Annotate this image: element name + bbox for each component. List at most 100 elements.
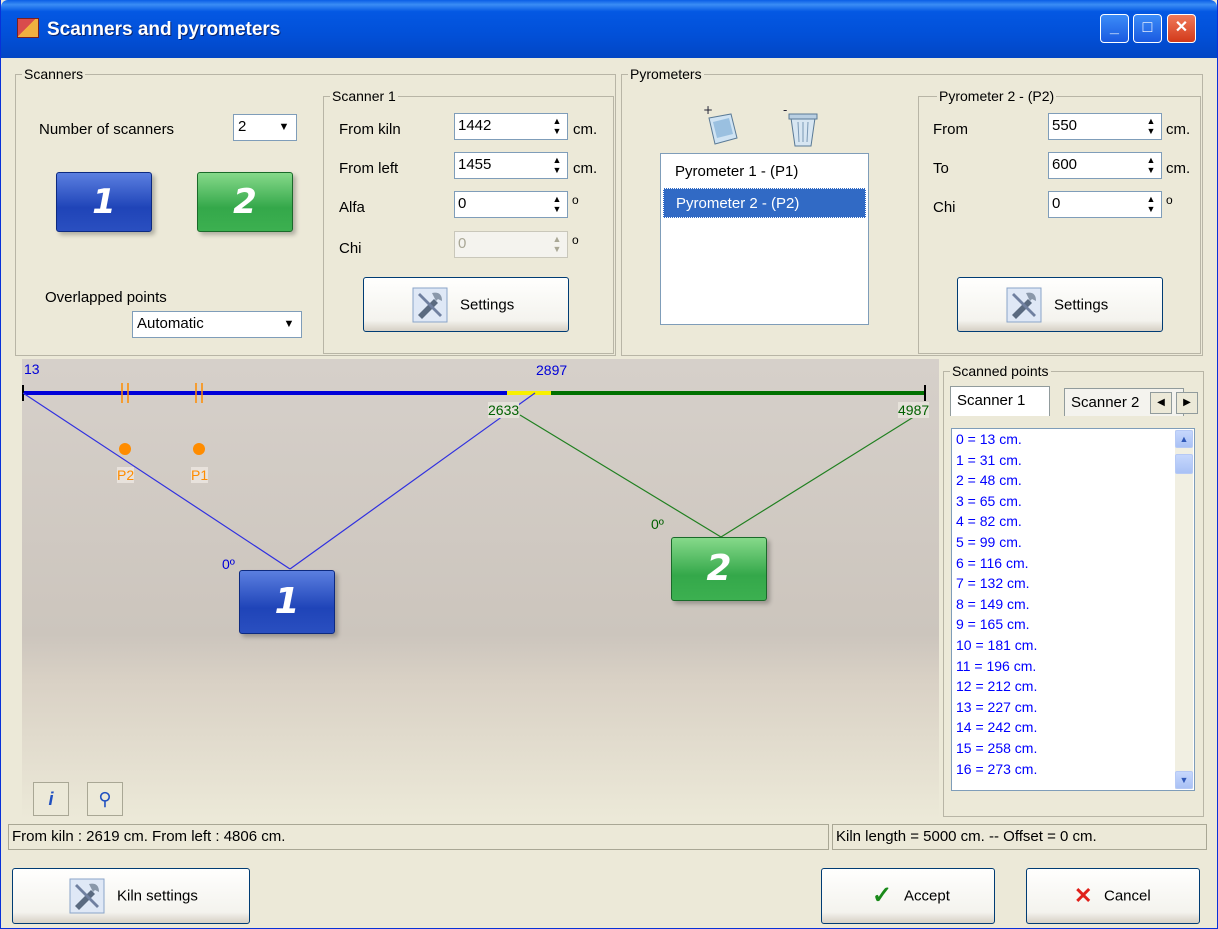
pyro-to-unit: cm. <box>1166 160 1191 177</box>
pyrometer-settings-button[interactable]: Settings <box>957 277 1163 332</box>
kiln-settings-button[interactable]: Kiln settings <box>12 868 250 924</box>
delete-pyrometer-icon[interactable]: - <box>781 103 823 148</box>
number-of-scanners-label: Number of scanners <box>39 121 175 138</box>
number-of-scanners-select[interactable]: 2 ▼ <box>233 114 297 141</box>
tools-icon <box>1006 287 1042 322</box>
scanners-group-label: Scanners <box>22 66 86 82</box>
scanned-point-item[interactable]: 15 = 258 cm. <box>956 740 1037 757</box>
chi-input: 0 ▲ ▼ <box>454 231 568 258</box>
zoom-tool-button[interactable]: ⚲ <box>87 782 123 816</box>
tab-scroll-right[interactable]: ▶ <box>1176 392 1198 414</box>
scanned-point-item[interactable]: 5 = 99 cm. <box>956 534 1022 551</box>
pyro-chi-input[interactable]: 0 ▲ ▼ <box>1048 191 1162 218</box>
scanned-point-item[interactable]: 9 = 165 cm. <box>956 616 1030 633</box>
scanned-point-item[interactable]: 11 = 196 cm. <box>956 658 1036 675</box>
close-button[interactable]: ✕ <box>1167 14 1196 43</box>
pyro-to-input[interactable]: 600 ▲ ▼ <box>1048 152 1162 179</box>
info-tool-button[interactable]: i <box>33 782 69 816</box>
scanner2-beam-right <box>720 412 921 538</box>
svg-text:-: - <box>783 104 787 117</box>
scanners-pyrometers-window: Scanners and pyrometers _ □ ✕ Scanners N… <box>0 0 1218 929</box>
scanned-point-item[interactable]: 0 = 13 cm. <box>956 431 1022 448</box>
pyrometer-list[interactable]: Pyrometer 1 - (P1) Pyrometer 2 - (P2) <box>660 153 869 325</box>
scanned-points-list[interactable]: 0 = 13 cm. 1 = 31 cm. 2 = 48 cm. 3 = 65 cm.… <box>951 428 1195 791</box>
pyro-from-unit: cm. <box>1166 121 1191 138</box>
magnifier-icon: ⚲ <box>98 789 112 809</box>
scanner1-angle-label: 0º <box>222 556 235 572</box>
overlapped-points-label: Overlapped points <box>45 289 167 306</box>
scanned-point-item[interactable]: 2 = 48 cm. <box>956 472 1022 489</box>
from-left-input[interactable]: 1455 ▲ ▼ <box>454 152 568 179</box>
pyrometer-list-item-2[interactable]: Pyrometer 2 - (P2) <box>663 188 866 218</box>
status-kiln-length: Kiln length = 5000 cm. -- Offset = 0 cm. <box>832 824 1207 850</box>
scanner-2-tile[interactable]: 2 <box>197 172 293 232</box>
add-pyrometer-icon[interactable]: + <box>701 103 743 148</box>
pyro-from-label: From <box>933 121 968 138</box>
scroll-down-icon[interactable]: ▼ <box>1175 771 1193 789</box>
pyrometer-list-item-1[interactable]: Pyrometer 1 - (P1) <box>663 157 866 187</box>
pyrometer-p2-dot[interactable] <box>119 443 131 455</box>
scanned-point-item[interactable]: 13 = 227 cm. <box>956 699 1037 716</box>
diagram-scanner-2[interactable]: 2 <box>671 537 767 601</box>
spin-arrows-icon[interactable]: ▲ ▼ <box>1143 116 1159 137</box>
spin-arrows-icon[interactable]: ▲ ▼ <box>1143 155 1159 176</box>
scanned-point-item[interactable]: 14 = 242 cm. <box>956 719 1037 736</box>
chevron-down-icon[interactable]: ▼ <box>279 314 299 335</box>
scanned-points-scrollbar[interactable]: ▲ ▼ <box>1175 430 1193 789</box>
from-kiln-label: From kiln <box>339 121 401 138</box>
alfa-unit: o <box>572 193 579 207</box>
pyro-chi-label: Chi <box>933 199 956 216</box>
scanned-point-item[interactable]: 4 = 82 cm. <box>956 513 1022 530</box>
axis-end-label: 4987 <box>898 402 930 418</box>
alfa-input[interactable]: 0 ▲ ▼ <box>454 191 568 218</box>
tab-scanner-1[interactable]: Scanner 1 <box>950 386 1050 416</box>
chi-unit: o <box>572 233 579 247</box>
scanned-point-item[interactable]: 12 = 212 cm. <box>956 678 1037 695</box>
spin-arrows-icon[interactable]: ▲ ▼ <box>1143 194 1159 215</box>
scanned-point-item[interactable]: 1 = 31 cm. <box>956 452 1022 469</box>
diagram-scanner-1[interactable]: 1 <box>239 570 335 634</box>
kiln-diagram-svg <box>22 383 926 570</box>
pyrometer-p1-dot[interactable] <box>193 443 205 455</box>
scanned-points-items: 0 = 13 cm. 1 = 31 cm. 2 = 48 cm. 3 = 65 cm.… <box>952 431 1174 790</box>
scroll-thumb[interactable] <box>1175 454 1193 474</box>
spin-arrows-icon: ▲ ▼ <box>552 234 562 254</box>
scanned-point-item[interactable]: 8 = 149 cm. <box>956 596 1030 613</box>
close-icon: ✕ <box>1074 883 1093 908</box>
scanned-points-group-label: Scanned points <box>950 363 1051 379</box>
cancel-button[interactable]: ✕ Cancel <box>1026 868 1200 924</box>
scanned-point-item[interactable]: 10 = 181 cm. <box>956 637 1037 654</box>
spin-arrows-icon[interactable]: ▲ ▼ <box>549 155 565 176</box>
scanner1-beam-right <box>289 392 536 570</box>
scanner2-angle-label: 0º <box>651 516 664 532</box>
scroll-up-icon[interactable]: ▲ <box>1175 430 1193 448</box>
maximize-button[interactable]: □ <box>1133 14 1162 43</box>
p1-label: P1 <box>191 467 209 483</box>
scanner1-group-label: Scanner 1 <box>330 88 398 104</box>
spin-arrows-icon[interactable]: ▲ ▼ <box>549 194 565 215</box>
scanner2-start-label: 2633 <box>488 402 520 418</box>
accept-button[interactable]: ✓ Accept <box>821 868 995 924</box>
status-cursor-position: From kiln : 2619 cm. From left : 4806 cm… <box>8 824 829 850</box>
scanned-point-item[interactable]: 6 = 116 cm. <box>956 555 1029 572</box>
spin-arrows-icon[interactable]: ▲ ▼ <box>549 116 565 137</box>
scanned-point-item[interactable]: 7 = 132 cm. <box>956 575 1030 592</box>
tab-scroll-left[interactable]: ◀ <box>1150 392 1172 414</box>
chevron-down-icon[interactable]: ▼ <box>274 117 294 138</box>
scanned-point-item[interactable]: 3 = 65 cm. <box>956 493 1022 510</box>
from-kiln-input[interactable]: 1442 ▲ ▼ <box>454 113 568 140</box>
from-kiln-unit: cm. <box>573 121 598 138</box>
pyro-from-input[interactable]: 550 ▲ ▼ <box>1048 113 1162 140</box>
tools-icon <box>69 878 105 914</box>
window-title: Scanners and pyrometers <box>47 19 281 40</box>
scanner-settings-button[interactable]: Settings <box>363 277 569 332</box>
title-bar[interactable]: Scanners and pyrometers _ □ ✕ <box>1 0 1217 58</box>
scanner-1-tile[interactable]: 1 <box>56 172 152 232</box>
scanner2-beam-left <box>519 414 722 538</box>
minimize-button[interactable]: _ <box>1100 14 1129 43</box>
checkmark-icon: ✓ <box>872 882 893 909</box>
axis-start-label: 13 <box>24 361 40 377</box>
scanned-point-item[interactable]: 16 = 273 cm. <box>956 761 1037 778</box>
overlapped-points-select[interactable]: Automatic ▼ <box>132 311 302 338</box>
scanner1-beam-left <box>22 392 291 570</box>
